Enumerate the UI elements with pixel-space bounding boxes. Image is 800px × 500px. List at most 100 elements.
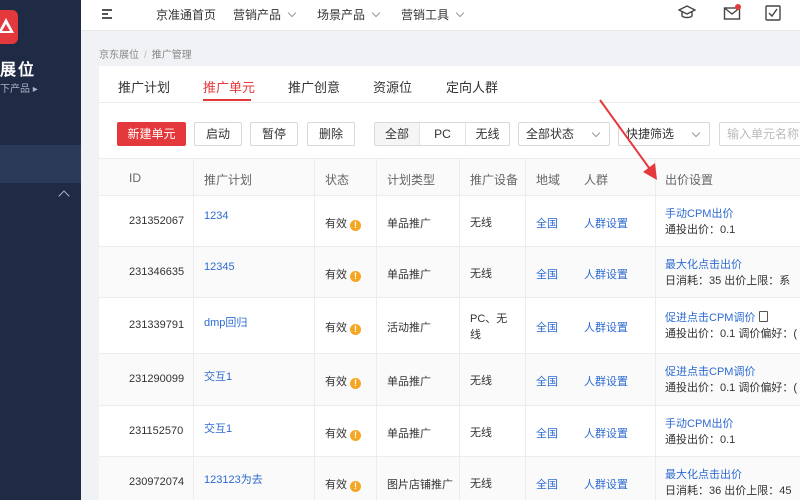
plan-link[interactable]: 交互1 (204, 420, 232, 436)
region-link[interactable]: 全国 (536, 215, 558, 231)
new-unit-button[interactable]: 新建单元 (117, 122, 186, 146)
region-link[interactable]: 全国 (536, 319, 558, 335)
tab-resources[interactable]: 资源位 (373, 77, 412, 96)
col-region: 地域 (536, 173, 561, 187)
start-button[interactable]: 启动 (194, 122, 242, 146)
warning-icon[interactable]: ! (350, 324, 361, 335)
crowd-settings-link[interactable]: 人群设置 (584, 476, 628, 492)
plan-link[interactable]: 交互1 (204, 368, 232, 384)
crowd-settings-link[interactable]: 人群设置 (584, 425, 628, 441)
bid-setting: 手动CPM出价 通投出价：0.1 (665, 416, 735, 448)
warning-icon[interactable]: ! (350, 430, 361, 441)
region-link[interactable]: 全国 (536, 266, 558, 282)
plan-type: 单品推广 (387, 269, 431, 281)
bid-detail: 通投出价：0.1 调价偏好：( (665, 382, 798, 394)
unit-id: 231152570 (129, 425, 184, 437)
table-row: 231152570 交互1 有效! 单品推广 无线 全国 人群设置 手动CPM出价 通投出价：0… (99, 406, 800, 457)
status-cell: 有效! (325, 373, 361, 389)
status-cell: 有效! (325, 266, 361, 282)
device: 无线 (470, 217, 492, 229)
tab-creatives[interactable]: 推广创意 (288, 77, 340, 96)
table-row: 231339791 dmp回归 有效! 活动推广 PC、无线 全国 人群设置 促进点击CPM调… (99, 298, 800, 354)
brand-logo-icon (0, 10, 18, 44)
nav-scene-products[interactable]: 场景产品 (317, 6, 381, 23)
pause-button[interactable]: 暂停 (250, 122, 298, 146)
brand-title: 展位 (0, 62, 37, 79)
bid-setting: 促进点击CPM调价通投出价：0.1 调价偏好：( (665, 310, 797, 342)
bid-type-link[interactable]: 最大化点击出价 (665, 469, 742, 481)
device-pc[interactable]: PC (419, 123, 465, 145)
device-all[interactable]: 全部 (375, 123, 419, 145)
breadcrumb-root[interactable]: 京东展位 (99, 50, 139, 61)
tab-audiences[interactable]: 定向人群 (446, 77, 498, 96)
graduation-cap-icon[interactable] (678, 4, 696, 22)
region-link[interactable]: 全国 (536, 425, 558, 441)
plan-type: 单品推广 (387, 376, 431, 388)
bid-detail: 通投出价：0.1 调价偏好：( (665, 328, 798, 340)
unit-id: 231339791 (129, 319, 185, 331)
chevron-down-icon (691, 128, 701, 138)
active-tab-indicator (203, 99, 251, 101)
chevron-down-icon (371, 8, 381, 18)
plan-link[interactable]: 123123为去 (204, 471, 263, 487)
col-bid: 出价设置 (665, 173, 714, 187)
col-plan: 推广计划 (204, 173, 253, 187)
warning-icon[interactable]: ! (350, 378, 361, 389)
status-cell: 有效! (325, 215, 361, 231)
device-mobile[interactable]: 无线 (465, 123, 509, 145)
bid-detail: 通投出价：0.1 (665, 434, 736, 446)
chevron-down-icon (591, 128, 601, 138)
bid-detail: 日消耗：36 出价上限：45 (665, 485, 792, 497)
chevron-down-icon (287, 8, 297, 18)
clipboard-icon[interactable] (759, 311, 769, 322)
tab-units[interactable]: 推广单元 (203, 77, 255, 96)
crowd-settings-link[interactable]: 人群设置 (584, 319, 628, 335)
sidebar-item-active[interactable] (0, 145, 81, 183)
bid-detail: 通投出价：0.1 (665, 224, 736, 236)
table-row: 230972074 123123为去 有效! 图片店铺推广 无线 全国 人群设置 最大化点击出… (99, 457, 800, 500)
warning-icon[interactable]: ! (350, 481, 361, 492)
bid-detail: 日消耗：35 出价上限：系 (665, 275, 791, 287)
plan-link[interactable]: 1234 (204, 210, 228, 222)
warning-icon[interactable]: ! (350, 271, 361, 282)
nav-marketing-tools[interactable]: 营销工具 (401, 6, 465, 23)
plan-link[interactable]: 12345 (204, 261, 235, 273)
checklist-icon[interactable] (764, 4, 782, 22)
menu-icon[interactable] (102, 9, 112, 19)
sidebar: 展位 下产品 ▸ (0, 0, 81, 500)
brand-subtitle[interactable]: 下产品 ▸ (0, 80, 38, 95)
bid-type-link[interactable]: 最大化点击出价 (665, 259, 742, 271)
region-link[interactable]: 全国 (536, 373, 558, 389)
col-id: ID (129, 171, 141, 185)
region-link[interactable]: 全国 (536, 476, 558, 492)
tab-plans[interactable]: 推广计划 (118, 77, 170, 96)
bid-type-link[interactable]: 促进点击CPM调价 (665, 366, 755, 378)
bid-setting: 手动CPM出价 通投出价：0.1 (665, 206, 735, 238)
plan-type: 活动推广 (387, 322, 431, 334)
crowd-settings-link[interactable]: 人群设置 (584, 373, 628, 389)
delete-button[interactable]: 删除 (307, 122, 355, 146)
bid-type-link[interactable]: 手动CPM出价 (665, 208, 733, 220)
col-plan-type: 计划类型 (387, 173, 436, 187)
bid-type-link[interactable]: 手动CPM出价 (665, 418, 733, 430)
device: 无线 (470, 375, 492, 387)
bid-type-link[interactable]: 促进点击CPM调价 (665, 312, 755, 324)
device: 无线 (470, 268, 492, 280)
plan-link[interactable]: dmp回归 (204, 314, 247, 330)
bid-setting: 促进点击CPM调价通投出价：0.1 调价偏好：( (665, 364, 797, 396)
warning-icon[interactable]: ! (350, 220, 361, 231)
crowd-settings-link[interactable]: 人群设置 (584, 266, 628, 282)
nav-marketing-products[interactable]: 营销产品 (233, 6, 297, 23)
unit-id: 231290099 (129, 373, 185, 385)
status-select[interactable]: 全部状态 (518, 122, 610, 146)
unit-id: 231346635 (129, 266, 185, 278)
device: PC、无线 (470, 313, 508, 341)
tab-bar: 推广计划 推广单元 推广创意 资源位 定向人群 (99, 66, 800, 103)
crowd-settings-link[interactable]: 人群设置 (584, 215, 628, 231)
status-cell: 有效! (325, 425, 361, 441)
device: 无线 (470, 427, 492, 439)
unit-search-input[interactable]: 输入单元名称 (719, 122, 800, 146)
nav-home[interactable]: 京准通首页 (156, 6, 216, 23)
quick-filter-select[interactable]: 快捷筛选 (618, 122, 710, 146)
chevron-up-icon[interactable] (58, 190, 70, 202)
